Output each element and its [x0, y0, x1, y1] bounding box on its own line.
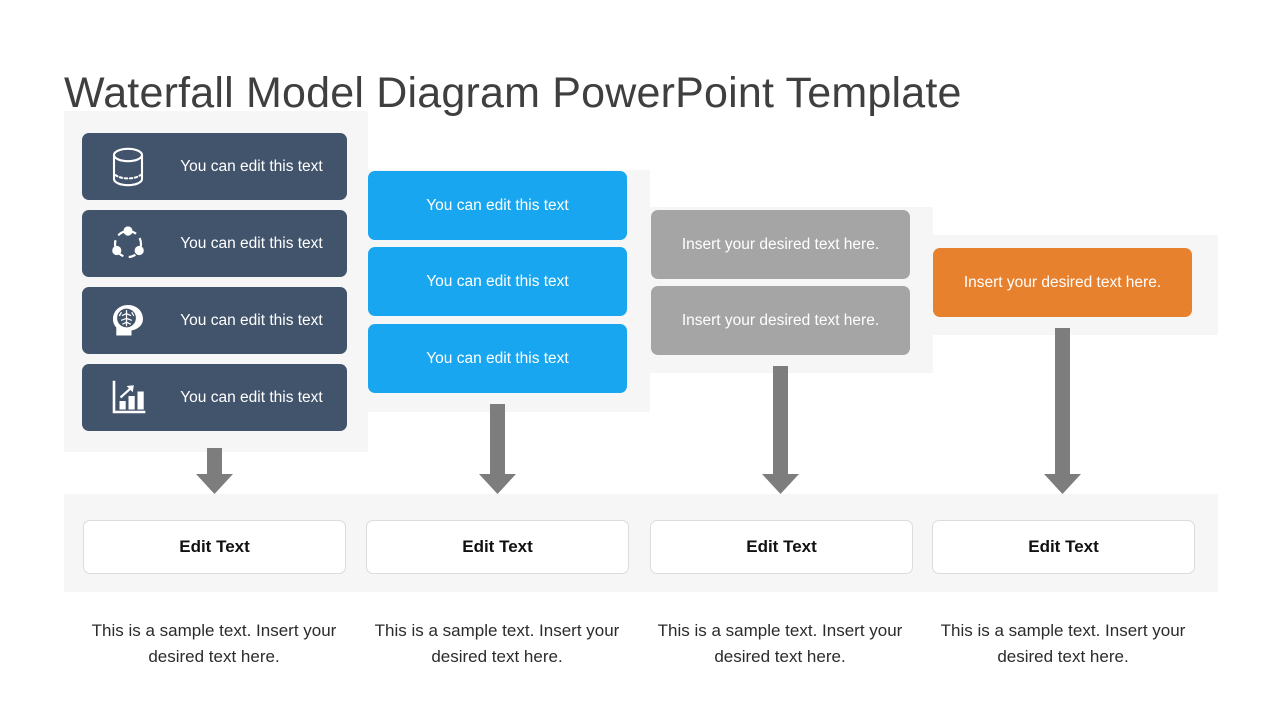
step-box-label: You can edit this text: [180, 311, 323, 329]
network-nodes-icon: [92, 221, 164, 267]
down-arrow-column2: [479, 404, 516, 494]
step-box-column1-1[interactable]: You can edit this text: [82, 133, 347, 200]
step-box-column2-1[interactable]: You can edit this text: [368, 171, 627, 240]
edit-text-card-column1[interactable]: Edit Text: [83, 520, 346, 574]
caption-column4: This is a sample text. Insert your desir…: [940, 621, 1186, 666]
edit-text-card-label: Edit Text: [1028, 537, 1099, 556]
edit-text-card-column4[interactable]: Edit Text: [932, 520, 1195, 574]
database-icon: [92, 144, 164, 190]
step-box-label: You can edit this text: [180, 234, 323, 252]
step-box-label: You can edit this text: [180, 157, 323, 175]
step-box-label: Insert your desired text here.: [681, 311, 880, 329]
down-arrow-column4: [1044, 328, 1081, 494]
caption-column2: This is a sample text. Insert your desir…: [374, 621, 620, 666]
edit-text-card-column2[interactable]: Edit Text: [366, 520, 629, 574]
step-box-label: Insert your desired text here.: [963, 273, 1162, 291]
step-box-column1-4[interactable]: You can edit this text: [82, 364, 347, 431]
brain-head-icon: [92, 298, 164, 344]
step-box-column1-3[interactable]: You can edit this text: [82, 287, 347, 354]
down-arrow-column3: [762, 366, 799, 494]
step-box-label: You can edit this text: [180, 388, 323, 406]
bar-chart-growth-icon: [92, 375, 164, 421]
caption-column3: This is a sample text. Insert your desir…: [657, 621, 903, 666]
caption-column1: This is a sample text. Insert your desir…: [91, 621, 337, 666]
edit-text-card-label: Edit Text: [746, 537, 817, 556]
edit-text-card-column3[interactable]: Edit Text: [650, 520, 913, 574]
step-box-label: You can edit this text: [426, 272, 569, 290]
step-box-label: Insert your desired text here.: [681, 235, 880, 253]
step-box-column1-2[interactable]: You can edit this text: [82, 210, 347, 277]
step-box-label: You can edit this text: [426, 349, 569, 367]
step-box-label: You can edit this text: [426, 196, 569, 214]
edit-text-card-label: Edit Text: [462, 537, 533, 556]
step-box-column3-2[interactable]: Insert your desired text here.: [651, 286, 910, 355]
step-box-column3-1[interactable]: Insert your desired text here.: [651, 210, 910, 279]
step-box-column2-3[interactable]: You can edit this text: [368, 324, 627, 393]
down-arrow-column1: [196, 448, 233, 494]
step-box-column4-1[interactable]: Insert your desired text here.: [933, 248, 1192, 317]
step-box-column2-2[interactable]: You can edit this text: [368, 247, 627, 316]
waterfall-diagram: You can edit this text You can edit this…: [0, 0, 1280, 720]
edit-text-card-label: Edit Text: [179, 537, 250, 556]
